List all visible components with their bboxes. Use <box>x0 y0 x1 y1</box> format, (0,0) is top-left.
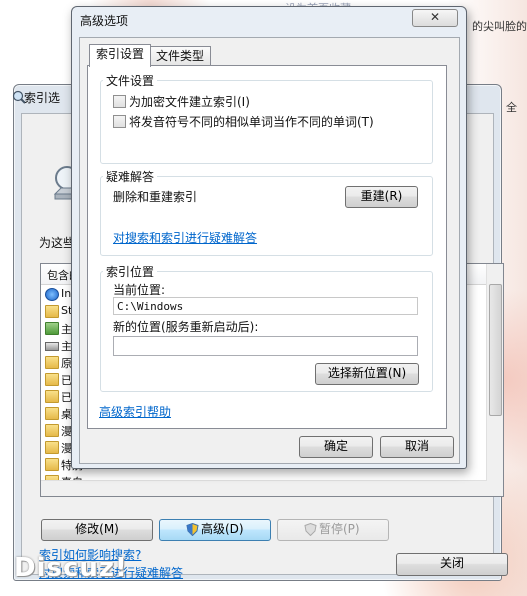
diacritics-label: 将发音符号不同的相似单词当作不同的单词(T) <box>129 115 374 129</box>
drive-icon <box>45 342 59 351</box>
folder-icon <box>45 390 59 403</box>
close-icon[interactable]: ✕ <box>412 9 458 27</box>
rebuild-button[interactable]: 重建(R) <box>345 186 418 208</box>
dialog-client: 索引设置 文件类型 文件设置 为加密文件建立索引(I) 将发音符号不同的相似单词… <box>79 37 460 464</box>
tab-file-types[interactable]: 文件类型 <box>149 46 211 67</box>
background-text: 全 <box>506 101 517 114</box>
troubleshoot-link[interactable]: 对搜索和索引进行疑难解答 <box>113 229 257 246</box>
new-location-field[interactable] <box>113 336 418 356</box>
folder-icon <box>45 441 59 454</box>
advanced-options-dialog: 高级选项 ✕ 索引设置 文件类型 文件设置 为加密文件建立索引(I) 将发音符号… <box>71 6 467 469</box>
background-text: 的尖叫脸的 <box>472 20 527 33</box>
folder-icon <box>45 356 59 369</box>
cancel-button[interactable]: 取消 <box>380 436 454 458</box>
ok-button[interactable]: 确定 <box>299 436 373 458</box>
pause-button[interactable]: 暂停(P) <box>277 519 389 541</box>
vertical-scrollbar[interactable] <box>486 264 503 496</box>
troubleshooting-heading: 疑难解答 <box>103 168 158 185</box>
advanced-button[interactable]: 高级(D) <box>159 519 271 541</box>
modify-button[interactable]: 修改(M) <box>41 519 153 541</box>
advanced-button-label: 高级(D) <box>201 522 244 536</box>
current-location-field: C:\Windows <box>113 297 418 315</box>
watermark-logo: Discuz! <box>14 553 128 583</box>
folder-icon <box>45 305 59 318</box>
new-location-label: 新的位置(服务重新启动后): <box>113 320 259 334</box>
current-location-label: 当前位置: <box>113 283 166 297</box>
index-settings-panel: 文件设置 为加密文件建立索引(I) 将发音符号不同的相似单词当作不同的单词(T)… <box>87 65 447 429</box>
scrollbar-thumb[interactable] <box>489 284 502 416</box>
close-button[interactable]: 关闭 <box>396 553 508 576</box>
pause-button-label: 暂停(P) <box>319 522 360 536</box>
window-title: 索引选 <box>24 91 61 105</box>
user-folder-icon <box>45 322 59 335</box>
folder-icon <box>45 373 59 386</box>
folder-icon <box>45 407 59 420</box>
folder-icon <box>45 458 59 471</box>
file-settings-heading: 文件设置 <box>103 72 158 89</box>
encrypted-files-checkbox[interactable] <box>113 95 126 108</box>
dialog-title: 高级选项 <box>80 14 129 28</box>
rebuild-description: 删除和重建索引 <box>113 190 198 204</box>
shield-icon <box>304 523 317 536</box>
diacritics-checkbox[interactable] <box>113 115 126 128</box>
advanced-index-help-link[interactable]: 高级索引帮助 <box>99 403 171 420</box>
horizontal-scrollbar[interactable] <box>41 480 487 496</box>
ie-icon <box>45 288 59 301</box>
tab-index-settings[interactable]: 索引设置 <box>89 44 151 67</box>
index-location-heading: 索引位置 <box>103 263 158 280</box>
shield-icon <box>186 523 199 536</box>
encrypted-files-label: 为加密文件建立索引(I) <box>129 95 250 109</box>
select-new-location-button[interactable]: 选择新位置(N) <box>315 363 419 385</box>
folder-icon <box>45 424 59 437</box>
